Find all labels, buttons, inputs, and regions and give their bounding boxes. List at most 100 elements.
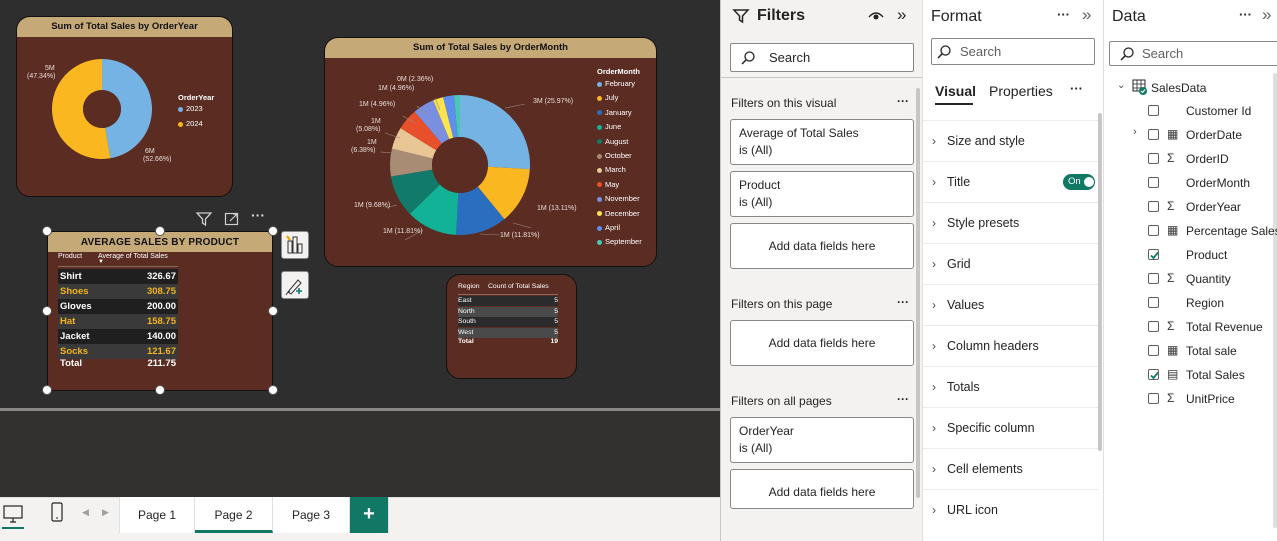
month-legend-item[interactable]: June xyxy=(597,122,621,131)
month-legend-item[interactable]: April xyxy=(597,223,620,232)
resize-handle-tm[interactable] xyxy=(155,226,165,236)
data-scrollbar[interactable] xyxy=(1273,73,1277,528)
filters-on-page-more[interactable]: ··· xyxy=(897,295,909,309)
table-row[interactable]: Socks 121.67 xyxy=(58,344,178,359)
month-legend-item[interactable]: August xyxy=(597,137,628,146)
field-name[interactable]: Quantity xyxy=(1186,272,1231,286)
format-section-row[interactable]: › Cell elements xyxy=(923,448,1098,489)
focus-mode-icon[interactable] xyxy=(224,212,240,226)
col-header-region[interactable]: Region xyxy=(458,283,480,290)
year-donut-visual[interactable]: Sum of Total Sales by OrderYear 5M (47.3… xyxy=(16,16,233,197)
filters-on-all-more[interactable]: ··· xyxy=(897,392,909,406)
tab-properties[interactable]: Properties xyxy=(989,83,1053,99)
field-checkbox[interactable] xyxy=(1148,345,1159,356)
add-page-button[interactable]: + xyxy=(350,497,389,533)
tab-page-2[interactable]: Page 2 xyxy=(195,497,273,533)
field-checkbox[interactable] xyxy=(1148,177,1159,188)
format-section-row[interactable]: › URL icon xyxy=(923,489,1098,530)
resize-handle-bm[interactable] xyxy=(155,385,165,395)
field-name[interactable]: OrderYear xyxy=(1186,200,1241,214)
filters-scrollbar[interactable] xyxy=(916,88,920,498)
field-checkbox[interactable] xyxy=(1148,321,1159,332)
col-header-count[interactable]: Count of Total Sales xyxy=(488,283,549,290)
field-name[interactable]: Region xyxy=(1186,296,1224,310)
desktop-view-icon[interactable] xyxy=(1,502,25,526)
col-header-average[interactable]: Average of Total Sales xyxy=(98,253,168,260)
month-legend-item[interactable]: September xyxy=(597,237,642,246)
format-section-row[interactable]: › Specific column xyxy=(923,407,1098,448)
year-legend-2023[interactable]: 2023 xyxy=(178,104,203,113)
data-more-icon[interactable]: ··· xyxy=(1239,7,1252,22)
format-search-box[interactable]: Search xyxy=(931,38,1095,65)
field-checkbox[interactable] xyxy=(1148,369,1159,380)
field-checkbox[interactable] xyxy=(1148,201,1159,212)
add-fields-visual-drop[interactable]: Add data fields here xyxy=(730,223,914,269)
table-row[interactable]: Shirt 326.67 xyxy=(58,269,178,284)
field-name[interactable]: Product xyxy=(1186,248,1227,262)
data-search-box[interactable]: Search xyxy=(1109,41,1277,66)
month-legend-item[interactable]: July xyxy=(597,93,618,102)
format-more-icon[interactable]: ··· xyxy=(1057,7,1070,22)
field-name[interactable]: UnitPrice xyxy=(1186,392,1235,406)
field-checkbox[interactable] xyxy=(1148,297,1159,308)
resize-handle-ml[interactable] xyxy=(42,306,52,316)
format-tabs-more-icon[interactable]: ··· xyxy=(1070,81,1083,96)
format-section-row[interactable]: › Style presets xyxy=(923,202,1098,243)
collapse-format-icon[interactable]: » xyxy=(1082,5,1091,25)
collapse-data-icon[interactable]: » xyxy=(1262,5,1271,25)
add-fields-page-drop[interactable]: Add data fields here xyxy=(730,320,914,366)
build-visual-button[interactable] xyxy=(281,231,309,259)
table-expand-icon[interactable]: ⌄ xyxy=(1117,80,1125,91)
eye-icon[interactable] xyxy=(867,9,885,23)
field-checkbox[interactable] xyxy=(1148,393,1159,404)
format-section-row[interactable]: › Column headers xyxy=(923,325,1098,366)
month-legend-item[interactable]: January xyxy=(597,108,632,117)
resize-handle-mr[interactable] xyxy=(268,306,278,316)
field-checkbox[interactable] xyxy=(1148,153,1159,164)
tab-visual[interactable]: Visual xyxy=(935,83,976,99)
report-canvas[interactable]: Sum of Total Sales by OrderYear 5M (47.3… xyxy=(0,0,720,497)
product-table-visual[interactable]: AVERAGE SALES BY PRODUCT Product Average… xyxy=(47,231,273,391)
format-section-row[interactable]: › Title xyxy=(923,161,1098,202)
field-name[interactable]: OrderID xyxy=(1186,152,1229,166)
field-checkbox[interactable] xyxy=(1148,249,1159,260)
table-row[interactable]: West 5 xyxy=(458,327,558,338)
region-table-visual[interactable]: Region Count of Total Sales Total 19 Eas… xyxy=(446,274,577,379)
month-legend-item[interactable]: May xyxy=(597,180,619,189)
tab-page-1[interactable]: Page 1 xyxy=(119,497,195,533)
filter-card-product[interactable]: Product is (All) xyxy=(730,171,914,217)
filter-card-average-total-sales[interactable]: Average of Total Sales is (All) xyxy=(730,119,914,165)
add-fields-all-drop[interactable]: Add data fields here xyxy=(730,469,914,509)
more-options-icon[interactable]: ··· xyxy=(251,207,265,223)
field-name[interactable]: Percentage Sales xyxy=(1186,224,1277,238)
field-name[interactable]: Total Revenue xyxy=(1186,320,1263,334)
field-name[interactable]: Total Sales xyxy=(1186,368,1245,382)
tab-page-3[interactable]: Page 3 xyxy=(273,497,350,533)
month-legend-item[interactable]: March xyxy=(597,165,626,174)
month-legend-item[interactable]: December xyxy=(597,209,640,218)
format-visual-button[interactable] xyxy=(281,271,309,299)
year-legend-2024[interactable]: 2024 xyxy=(178,119,203,128)
filters-on-visual-more[interactable]: ··· xyxy=(897,94,909,108)
format-scrollbar[interactable] xyxy=(1098,113,1102,451)
format-section-row[interactable]: › Grid xyxy=(923,243,1098,284)
field-name[interactable]: Customer Id xyxy=(1186,104,1251,118)
format-section-row[interactable]: › Values xyxy=(923,284,1098,325)
mobile-view-icon[interactable] xyxy=(49,501,65,525)
table-row[interactable]: East 5 xyxy=(458,296,558,306)
table-row[interactable]: North 5 xyxy=(458,306,558,317)
orderdate-expand-icon[interactable]: › xyxy=(1133,126,1137,138)
resize-handle-tl[interactable] xyxy=(42,226,52,236)
filters-search-box[interactable]: Search xyxy=(730,43,914,72)
month-legend-item[interactable]: October xyxy=(597,151,632,160)
table-row[interactable]: Jacket 140.00 xyxy=(58,329,178,344)
table-row[interactable]: Shoes 308.75 xyxy=(58,284,178,299)
col-header-product[interactable]: Product xyxy=(58,253,82,260)
table-row[interactable]: Hat 158.75 xyxy=(58,314,178,329)
field-name[interactable]: Total sale xyxy=(1186,344,1237,358)
month-donut-visual[interactable]: Sum of Total Sales by OrderMonth 0M (2.3… xyxy=(324,37,657,267)
collapse-filters-icon[interactable]: » xyxy=(897,5,906,25)
filter-card-orderyear[interactable]: OrderYear is (All) xyxy=(730,417,914,463)
format-section-row[interactable]: › Totals xyxy=(923,366,1098,407)
table-row[interactable]: South 5 xyxy=(458,317,558,327)
